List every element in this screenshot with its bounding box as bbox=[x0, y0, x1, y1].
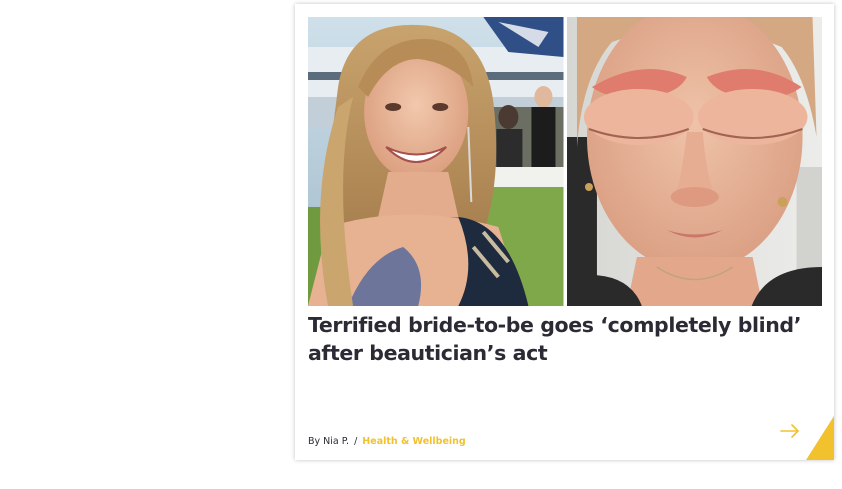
meta-separator: / bbox=[354, 436, 358, 447]
corner-triangle-icon[interactable] bbox=[806, 416, 834, 460]
byline-prefix: By bbox=[308, 436, 321, 447]
article-image[interactable] bbox=[308, 17, 822, 306]
author-name[interactable]: Nia P. bbox=[323, 436, 349, 447]
category-link[interactable]: Health & Wellbeing bbox=[362, 436, 465, 447]
article-card[interactable]: Terrified bride-to-be goes ‘completely b… bbox=[295, 4, 834, 460]
arrow-right-icon[interactable] bbox=[779, 422, 801, 440]
article-title[interactable]: Terrified bride-to-be goes ‘completely b… bbox=[308, 311, 823, 367]
article-meta: By Nia P. / Health & Wellbeing bbox=[308, 436, 466, 448]
photo-smiling-woman bbox=[308, 17, 564, 306]
photo-swollen-face bbox=[566, 17, 822, 306]
